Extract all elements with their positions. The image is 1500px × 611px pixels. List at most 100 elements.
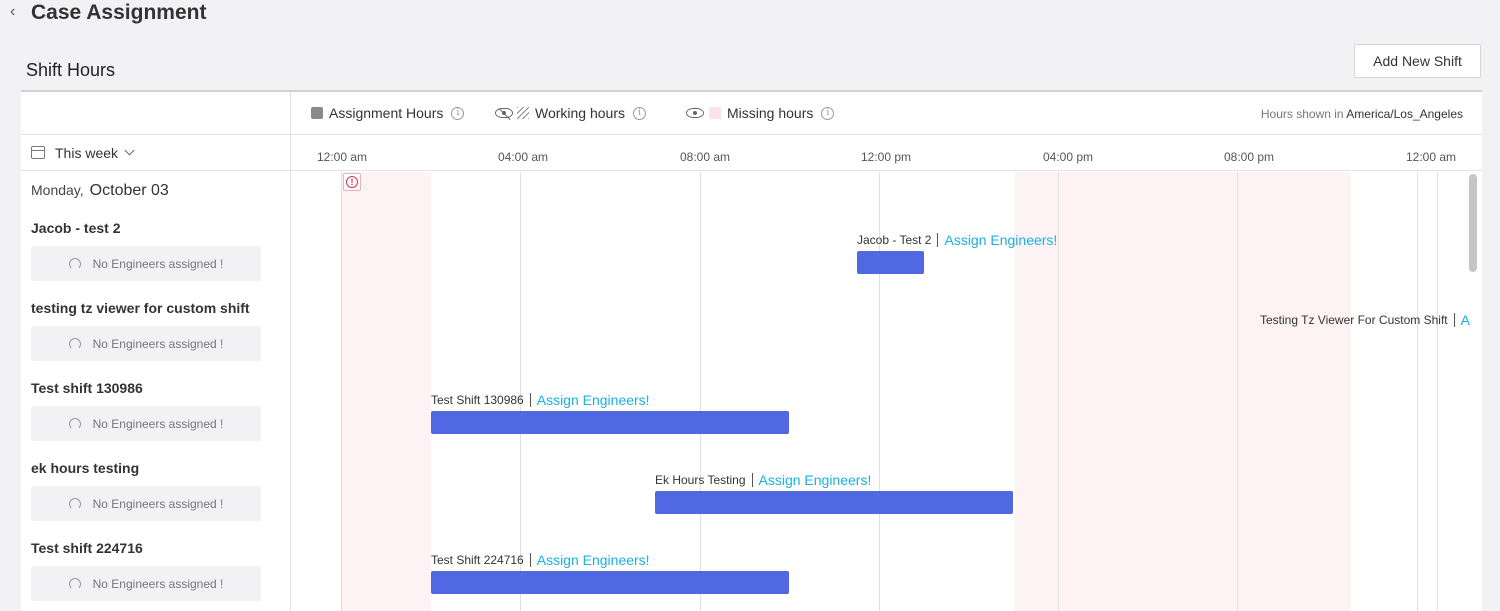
engineers-box[interactable]: No Engineers assigned ! xyxy=(31,486,261,521)
legend-working-hours: Working hours i xyxy=(495,105,647,121)
info-icon[interactable]: i xyxy=(821,106,835,120)
separator xyxy=(1453,313,1455,327)
top-bar: ‹ Case Assignment xyxy=(0,0,1500,30)
shift-name: ek hours testing xyxy=(31,460,140,476)
shift-bar-label: Test Shift 224716 Assign Engineers! xyxy=(431,552,650,568)
shift-row: Test shift 130986 No Engineers assigned … xyxy=(31,380,261,441)
engineers-status: No Engineers assigned ! xyxy=(92,336,224,351)
shift-row: testing tz viewer for custom shift No En… xyxy=(31,300,261,361)
headset-icon xyxy=(68,337,81,350)
hatch-swatch xyxy=(517,107,529,119)
legend-label: Missing hours xyxy=(727,105,814,121)
shift-bar-label: Jacob - Test 2 Assign Engineers! xyxy=(857,232,1057,248)
tick-label: 08:00 am xyxy=(680,150,731,164)
add-new-shift-button[interactable]: Add New Shift xyxy=(1354,44,1481,78)
shift-bar-label: Ek Hours Testing Assign Engineers! xyxy=(655,472,871,488)
tick-label: 12:00 pm xyxy=(861,150,912,164)
tick-label: 04:00 am xyxy=(498,150,549,164)
legend-label: Assignment Hours xyxy=(329,105,444,121)
timezone-prefix: Hours shown in xyxy=(1260,107,1344,121)
grid-line xyxy=(700,172,701,611)
engineers-box[interactable]: No Engineers assigned ! xyxy=(31,566,261,601)
assign-engineers-link[interactable]: Assign Engineers! xyxy=(944,232,1057,248)
section-title: Shift Hours xyxy=(26,60,116,80)
engineers-status: No Engineers assigned ! xyxy=(92,496,224,511)
timezone-value: America/Los_Angeles xyxy=(1346,107,1463,121)
separator xyxy=(751,473,753,487)
shift-row: Test shift 224716 No Engineers assigned … xyxy=(31,540,261,601)
assign-engineers-link[interactable]: Assign Engineers! xyxy=(759,472,872,488)
headset-icon xyxy=(68,257,81,270)
time-axis: 12:00 am 04:00 am 08:00 am 12:00 pm 04:0… xyxy=(291,135,1482,171)
week-filter-label: This week xyxy=(55,144,119,161)
legend-label: Working hours xyxy=(535,105,626,121)
missing-hours-band xyxy=(1015,172,1351,611)
legend-assignment-hours: Assignment Hours i xyxy=(311,105,465,121)
timeline-grid: ! Jacob - Test 2 Assign Engineers! Testin… xyxy=(291,172,1482,611)
shift-bar[interactable] xyxy=(431,571,789,594)
assign-engineers-link[interactable]: Assign Engineers! xyxy=(537,392,650,408)
engineers-status: No Engineers assigned ! xyxy=(92,576,224,591)
headset-icon xyxy=(68,417,81,430)
missing-swatch xyxy=(709,107,721,119)
shift-bar-title: Jacob - Test 2 xyxy=(857,233,932,247)
tick-label: 04:00 pm xyxy=(1043,150,1094,164)
tick-label: 12:00 am xyxy=(317,150,368,164)
chevron-left-icon[interactable]: ‹ xyxy=(10,3,15,21)
headset-icon xyxy=(68,577,81,590)
shift-hours-panel: This week Monday, October 03 Jacob - test… xyxy=(21,90,1482,611)
headset-icon xyxy=(68,497,81,510)
day-heading: Monday, October 03 xyxy=(31,182,169,200)
shift-name: Jacob - test 2 xyxy=(31,220,121,236)
assign-engineers-link[interactable]: Assign Engineers! xyxy=(537,552,650,568)
tick-label: 12:00 am xyxy=(1406,150,1457,164)
alert-icon[interactable]: ! xyxy=(343,173,361,191)
shift-row: Jacob - test 2 No Engineers assigned ! xyxy=(31,220,261,281)
grid-line xyxy=(1437,172,1438,611)
alert-glyph: ! xyxy=(346,176,358,188)
assign-engineers-link[interactable]: A xyxy=(1461,312,1470,328)
shift-bar[interactable] xyxy=(431,411,789,434)
shift-name: Test shift 224716 xyxy=(31,540,143,556)
engineers-box[interactable]: No Engineers assigned ! xyxy=(31,326,261,361)
grid-line xyxy=(1058,172,1059,611)
info-icon[interactable]: i xyxy=(633,106,647,120)
grid-line xyxy=(1417,172,1418,611)
chevron-down-icon xyxy=(124,145,135,156)
assignment-swatch xyxy=(311,107,323,119)
engineers-box[interactable]: No Engineers assigned ! xyxy=(31,406,261,441)
shift-bar-title: Testing Tz Viewer For Custom Shift xyxy=(1260,313,1448,327)
page-title: Case Assignment xyxy=(31,1,207,24)
shift-bar-title: Test Shift 224716 xyxy=(431,553,524,567)
engineers-box[interactable]: No Engineers assigned ! xyxy=(31,246,261,281)
left-header xyxy=(21,92,291,135)
shift-bar[interactable] xyxy=(857,251,924,274)
eye-icon[interactable] xyxy=(686,108,704,118)
shift-name: testing tz viewer for custom shift xyxy=(31,300,250,316)
timezone-note: Hours shown in America/Los_Angeles xyxy=(1261,107,1463,121)
shift-bar[interactable] xyxy=(655,491,1013,514)
shift-bar-title: Test Shift 130986 xyxy=(431,393,524,407)
shift-bar-label: Test Shift 130986 Assign Engineers! xyxy=(431,392,650,408)
separator xyxy=(529,553,531,567)
legend-missing-hours: Missing hours i xyxy=(686,105,835,121)
vertical-scrollbar[interactable] xyxy=(1469,174,1477,272)
info-icon[interactable]: i xyxy=(451,106,465,120)
tick-label: 08:00 pm xyxy=(1224,150,1275,164)
shift-list-column: This week Monday, October 03 Jacob - test… xyxy=(21,92,291,611)
shift-bar-title: Ek Hours Testing xyxy=(655,473,746,487)
grid-line xyxy=(1237,172,1238,611)
week-filter-dropdown[interactable]: This week xyxy=(21,135,291,171)
grid-line xyxy=(341,172,342,611)
legend: Assignment Hours i Working hours i Missi… xyxy=(291,92,1482,135)
engineers-status: No Engineers assigned ! xyxy=(92,256,224,271)
separator xyxy=(937,233,939,247)
timeline: Assignment Hours i Working hours i Missi… xyxy=(291,92,1482,611)
separator xyxy=(529,393,531,407)
shift-row: ek hours testing No Engineers assigned ! xyxy=(31,460,261,521)
calendar-icon xyxy=(31,146,45,159)
day-weekday: Monday, xyxy=(31,182,84,198)
shift-bar-label: Testing Tz Viewer For Custom Shift A xyxy=(1260,312,1470,328)
engineers-status: No Engineers assigned ! xyxy=(92,416,224,431)
eye-slash-icon[interactable] xyxy=(495,108,513,118)
